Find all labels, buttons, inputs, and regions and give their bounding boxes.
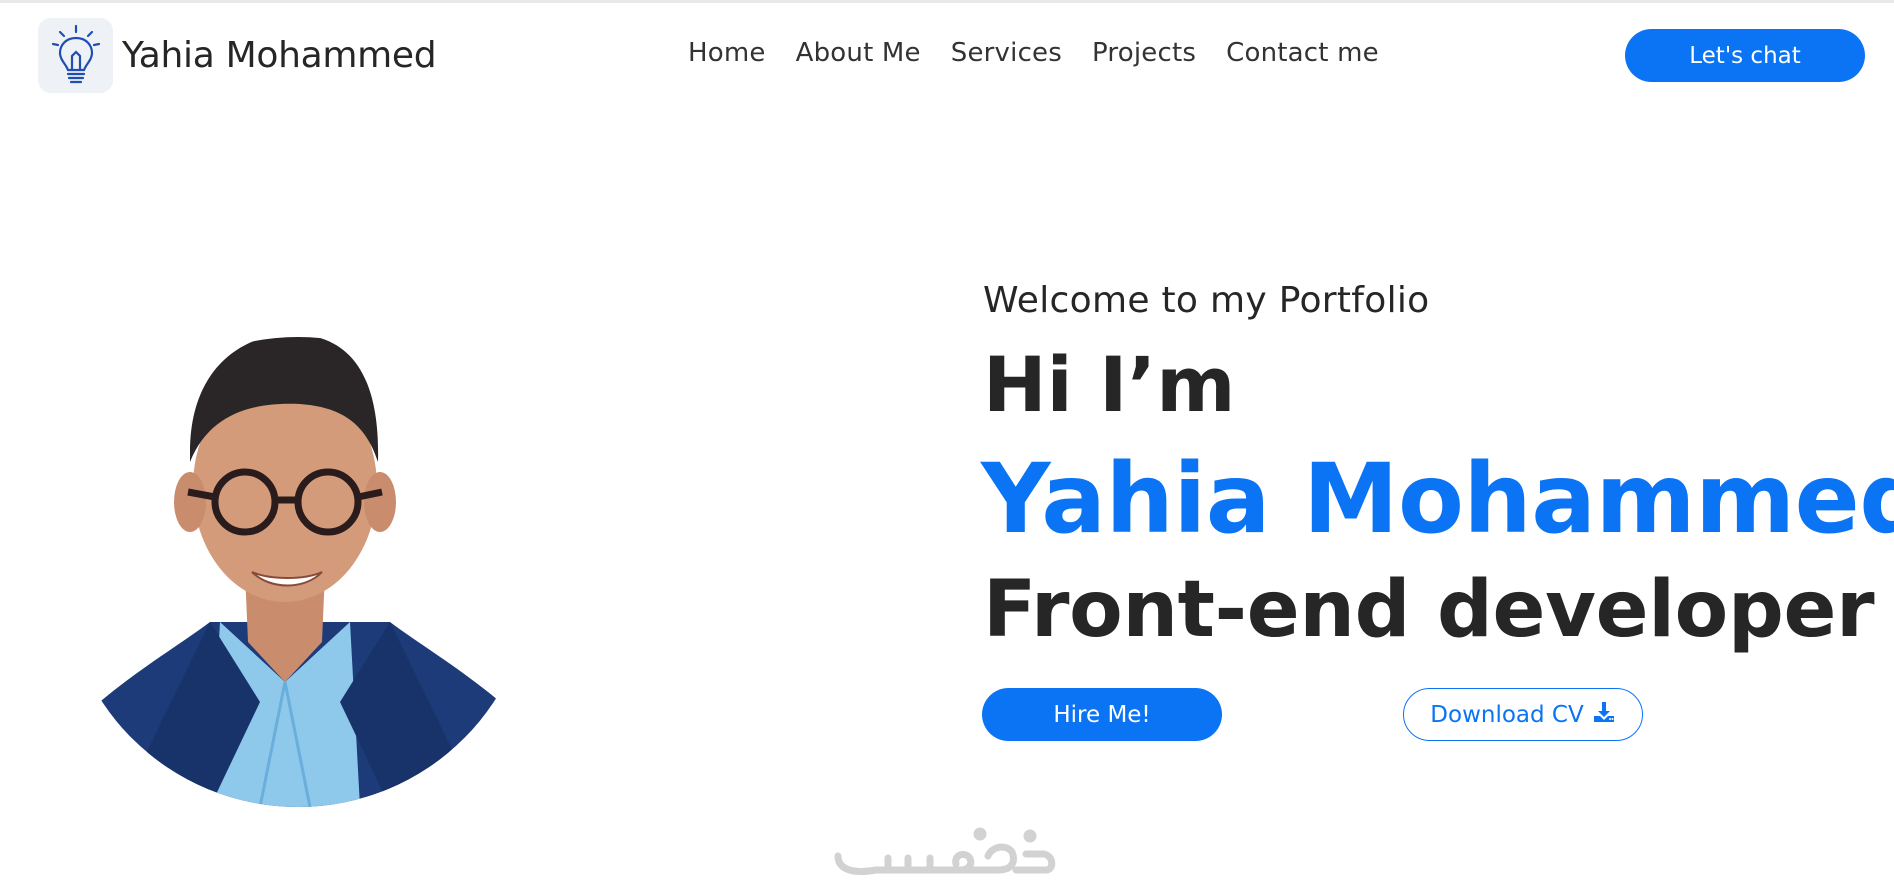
top-border	[0, 0, 1894, 3]
download-cv-button[interactable]: Download CV	[1403, 688, 1643, 741]
watermark-logo	[830, 822, 1060, 882]
name-heading: Yahia Mohammed	[981, 443, 1894, 555]
greeting-heading: Hi I’m	[983, 340, 1236, 429]
nav-home[interactable]: Home	[688, 38, 766, 68]
download-cv-label: Download CV	[1430, 701, 1584, 728]
hire-me-button[interactable]: Hire Me!	[982, 688, 1222, 741]
lightbulb-icon	[38, 18, 113, 93]
welcome-text: Welcome to my Portfolio	[983, 280, 1430, 321]
nav-services[interactable]: Services	[951, 38, 1062, 68]
role-heading: Front-end developer	[983, 565, 1875, 655]
lets-chat-button[interactable]: Let's chat	[1625, 29, 1865, 82]
brand[interactable]: Yahia Mohammed	[38, 18, 437, 93]
hero-text: Welcome to my Portfolio Hi I’m Yahia Moh…	[981, 280, 1894, 655]
brand-name[interactable]: Yahia Mohammed	[122, 35, 437, 76]
nav-projects[interactable]: Projects	[1092, 38, 1196, 68]
main-nav: Home About Me Services Projects Contact …	[688, 38, 1379, 68]
download-icon	[1592, 700, 1616, 730]
nav-contact-me[interactable]: Contact me	[1226, 38, 1379, 68]
profile-photo	[60, 322, 540, 807]
nav-about-me[interactable]: About Me	[796, 38, 921, 68]
portfolio-page: Yahia Mohammed Home About Me Services Pr…	[0, 0, 1894, 895]
